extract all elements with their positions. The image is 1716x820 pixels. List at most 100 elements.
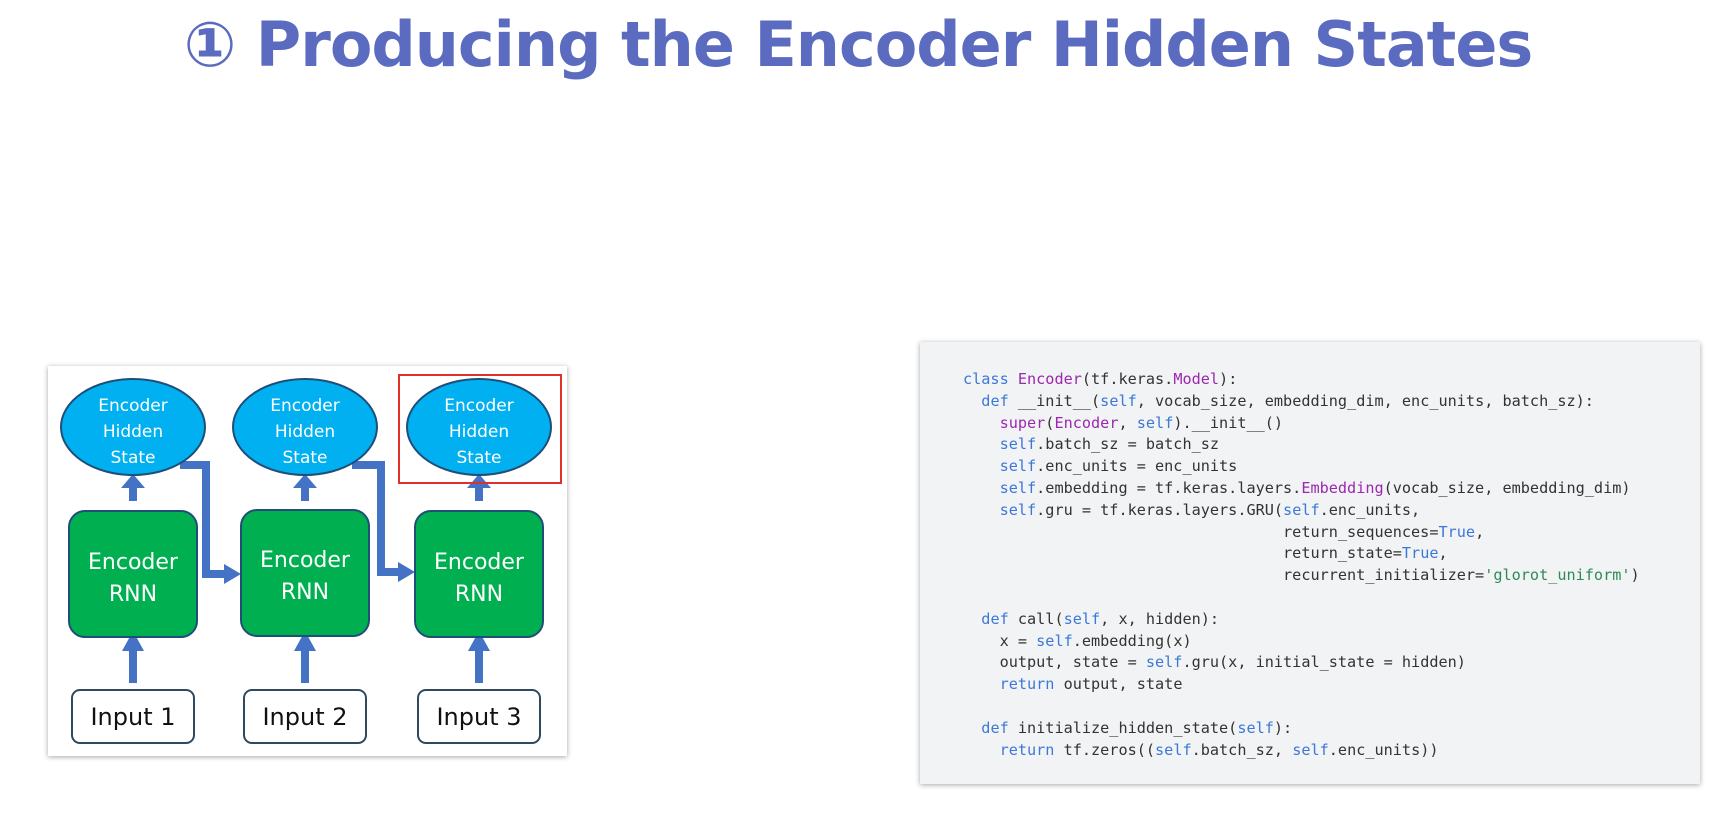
hidden-state-2-line2: Hidden: [275, 422, 335, 442]
input-label-1: Input 1: [90, 703, 175, 731]
code-token: Encoder: [1054, 413, 1119, 432]
code-token: class: [963, 370, 1018, 388]
code-line: x = self.embedding(x): [963, 631, 1700, 653]
code-token: def: [981, 391, 1018, 410]
code-token: return: [999, 740, 1064, 759]
code-token: ,: [1118, 413, 1137, 432]
code-token: .enc_units)): [1328, 740, 1439, 759]
code-block: class Encoder(tf.keras.Model): def __ini…: [920, 342, 1700, 784]
code-token: return_sequences=: [963, 522, 1439, 541]
input-arrow-1: [122, 631, 144, 683]
code-token: self: [999, 435, 1037, 454]
encoder-rnn-3: Encoder RNN: [414, 510, 544, 638]
code-token: .embedding = tf.keras.layers.: [1036, 478, 1302, 497]
input-arrow-2: [294, 631, 316, 683]
code-token: self: [1237, 718, 1274, 737]
code-token: def: [981, 718, 1018, 737]
code-token: ):: [1219, 370, 1238, 388]
encoder-rnn-2-line2: RNN: [281, 580, 329, 605]
code-line: return output, state: [963, 674, 1700, 696]
encoder-rnn-1-line1: Encoder: [88, 550, 179, 575]
encoder-rnn-2-line1: Encoder: [260, 548, 351, 573]
encoder-diagram: Encoder Hidden State Encoder Hidden Stat…: [48, 366, 567, 756]
code-token: Encoder: [1017, 370, 1082, 388]
code-line: def initialize_hidden_state(self):: [963, 718, 1700, 740]
code-token: self: [1036, 631, 1073, 650]
code-token: .batch_sz = batch_sz: [1036, 435, 1220, 454]
state-arrow-3: [467, 474, 491, 501]
code-token: recurrent_initializer=: [963, 566, 1485, 585]
hidden-state-3-line2: Hidden: [449, 422, 509, 442]
code-token: self: [1283, 500, 1320, 519]
code-token: .gru(x, initial_state = hidden): [1182, 653, 1466, 672]
code-token: .batch_sz,: [1191, 740, 1293, 759]
code-line: [963, 696, 1700, 718]
code-token: self: [1155, 740, 1192, 759]
hidden-state-1: Encoder Hidden State: [60, 378, 206, 476]
code-token: Embedding: [1301, 478, 1384, 497]
hidden-state-3-line1: Encoder: [444, 396, 514, 416]
code-token: self: [1136, 413, 1174, 432]
code-line: return_state=True,: [963, 543, 1700, 565]
code-token: self: [1145, 653, 1183, 672]
input-label-3: Input 3: [436, 703, 521, 731]
code-token: tf.zeros((: [1063, 740, 1156, 759]
state-arrow-1: [121, 474, 145, 501]
encoder-rnn-1: Encoder RNN: [68, 510, 198, 638]
code-token: .enc_units = enc_units: [1036, 457, 1238, 476]
hidden-state-2-line1: Encoder: [270, 396, 340, 416]
hidden-state-1-line1: Encoder: [98, 396, 168, 416]
code-line: def call(self, x, hidden):: [963, 609, 1700, 631]
code-token: __init__(: [1017, 391, 1101, 410]
code-token: return_state=: [963, 544, 1402, 563]
code-token: 'glorot_uniform': [1484, 566, 1631, 585]
code-token: , x, hidden):: [1100, 609, 1220, 628]
code-token: .embedding(x): [1072, 631, 1192, 650]
code-line: [963, 587, 1700, 609]
code-token: True: [1438, 522, 1476, 541]
code-line: self.gru = tf.keras.layers.GRU(self.enc_…: [963, 500, 1700, 522]
code-token: super: [999, 413, 1046, 432]
code-token: self: [1063, 609, 1101, 628]
code-line: return tf.zeros((self.batch_sz, self.enc…: [963, 740, 1700, 762]
input-box-3: Input 3: [417, 689, 541, 744]
hidden-state-1-line2: Hidden: [103, 422, 163, 442]
code-line: self.embedding = tf.keras.layers.Embeddi…: [963, 478, 1700, 500]
code-line: output, state = self.gru(x, initial_stat…: [963, 652, 1700, 674]
encoder-rnn-3-line1: Encoder: [434, 550, 525, 575]
code-token: call(: [1017, 609, 1064, 628]
code-line: return_sequences=True,: [963, 522, 1700, 544]
hidden-state-2-line3: State: [283, 448, 328, 468]
code-token: self: [1100, 391, 1137, 410]
input-label-2: Input 2: [262, 703, 347, 731]
code-token: , vocab_size, embedding_dim, enc_units, …: [1136, 391, 1594, 410]
code-token: output, state: [1063, 675, 1183, 694]
code-token: .gru = tf.keras.layers.GRU(: [1036, 500, 1284, 519]
code-token: ,: [1475, 522, 1485, 541]
code-token: return: [999, 675, 1064, 694]
code-token: output, state =: [963, 653, 1146, 672]
encoder-rnn-2: Encoder RNN: [240, 509, 370, 637]
code-token: .enc_units,: [1319, 500, 1421, 519]
code-line: super(Encoder, self).__init__(): [963, 413, 1700, 435]
code-token: x =: [963, 631, 1037, 650]
code-line: def __init__(self, vocab_size, embedding…: [963, 391, 1700, 413]
code-token: self: [1292, 740, 1329, 759]
code-token: Model: [1173, 370, 1220, 388]
state-arrow-2: [293, 474, 317, 501]
code-token: ,: [1438, 544, 1448, 563]
code-token: self: [999, 457, 1037, 476]
code-line: self.batch_sz = batch_sz: [963, 434, 1700, 456]
code-token: def: [981, 609, 1018, 628]
code-token: ): [1630, 566, 1640, 585]
